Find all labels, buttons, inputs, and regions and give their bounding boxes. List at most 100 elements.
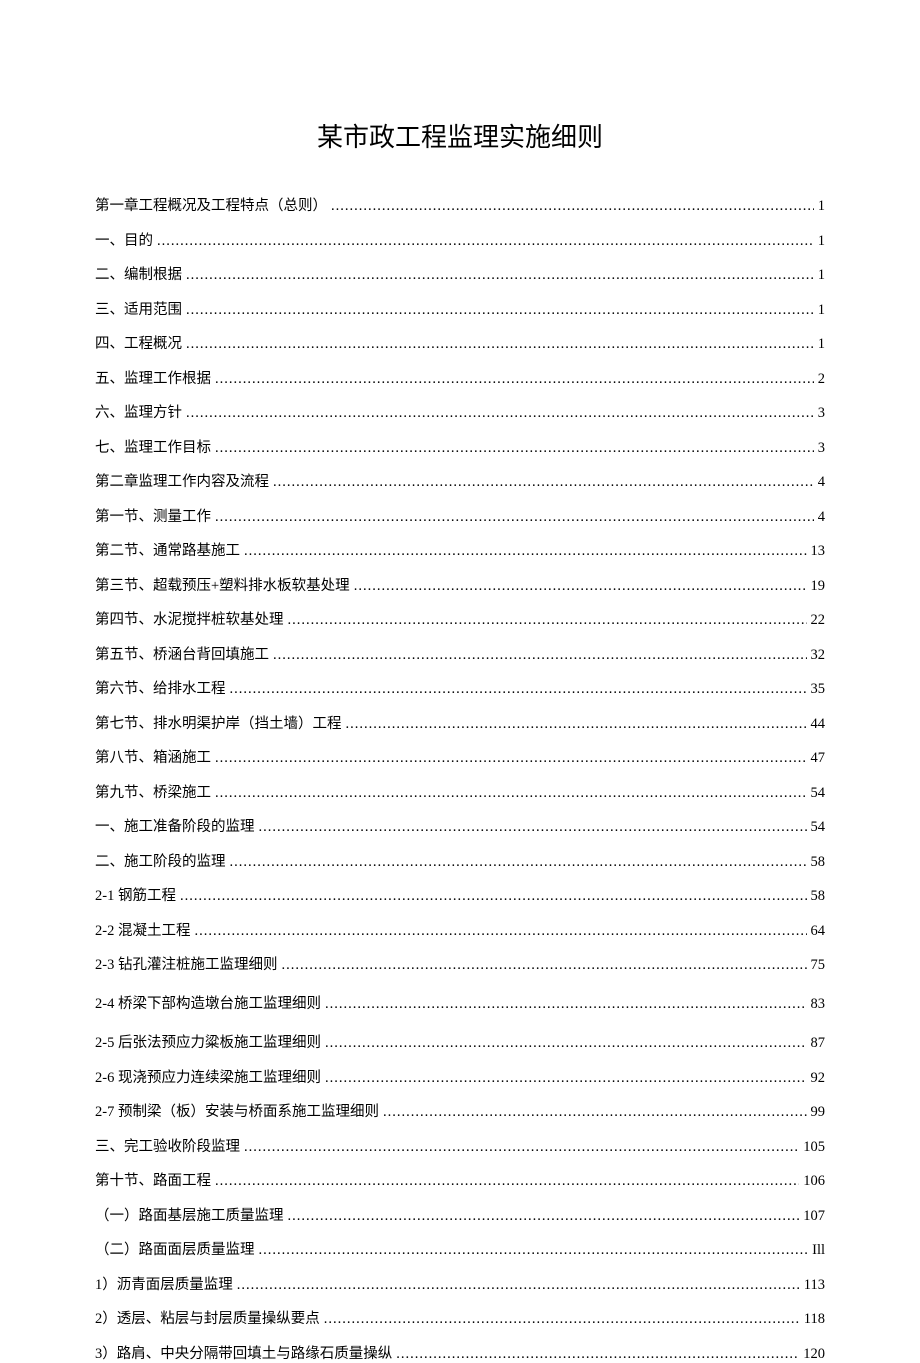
toc-entry-leader: [215, 1173, 799, 1190]
toc-entry-leader: [180, 888, 807, 905]
toc-entry: （二）路面面层质量监理Ill: [95, 1238, 825, 1259]
toc-entry-leader: [396, 1346, 799, 1363]
toc-entry-leader: [244, 543, 807, 560]
toc-entry-page: 58: [811, 854, 826, 871]
toc-entry-leader: [273, 474, 814, 491]
toc-entry-page: 22: [811, 612, 826, 629]
toc-entry-label: 三、适用范围: [95, 298, 182, 319]
toc-entry-leader: [215, 371, 814, 388]
toc-entry-leader: [215, 750, 807, 767]
toc-entry-leader: [354, 578, 807, 595]
toc-entry-leader: [215, 785, 807, 802]
toc-entry: 1）沥青面层质量监理113: [95, 1273, 825, 1294]
toc-entry-label: 第七节、排水明渠护岸（挡土墙）工程: [95, 712, 342, 733]
toc-entry: 2）透层、粘层与封层质量操纵要点 118: [95, 1307, 825, 1328]
toc-entry-page: 58: [811, 888, 826, 905]
toc-entry: 第六节、给排水工程35: [95, 677, 825, 698]
toc-entry-label: 3）路肩、中央分隔带回填土与路缘石质量操纵: [95, 1342, 392, 1363]
toc-entry: 三、适用范围1: [95, 298, 825, 319]
toc-entry-page: 2: [818, 371, 825, 388]
toc-entry-leader: [259, 819, 807, 836]
toc-entry: 2-2 混凝土工程 64: [95, 919, 825, 940]
toc-entry-leader: [230, 681, 807, 698]
table-of-contents: 第一章工程概况及工程特点（总则）1一、目的1二、编制根据1三、适用范围1四、工程…: [95, 194, 825, 1363]
toc-entry: 2-5 后张法预应力粱板施工监理细则 87: [95, 1031, 825, 1052]
toc-entry-page: 44: [811, 716, 826, 733]
toc-entry-leader: [186, 405, 814, 422]
toc-entry-label: 七、监理工作目标: [95, 436, 211, 457]
toc-entry: 2-3 钻孔灌注桩施工监理细则75: [95, 953, 825, 974]
toc-entry-page: 87: [811, 1035, 826, 1052]
toc-entry-label: 四、工程概况: [95, 332, 182, 353]
document-title: 某市政工程监理实施细则: [95, 117, 825, 154]
toc-entry-leader: [383, 1104, 807, 1121]
toc-entry-page: 107: [803, 1208, 825, 1225]
toc-entry-leader: [325, 1035, 807, 1052]
toc-entry-page: 13: [811, 543, 826, 560]
toc-entry-page: 113: [804, 1277, 825, 1294]
toc-entry: 第一章工程概况及工程特点（总则）1: [95, 194, 825, 215]
toc-entry-leader: [230, 854, 807, 871]
toc-entry: 2-4 桥梁下部构造墩台施工监理细则 83: [95, 992, 825, 1013]
toc-entry: 第八节、箱涵施工47: [95, 746, 825, 767]
toc-entry-page: 19: [811, 578, 826, 595]
toc-entry-page: 92: [811, 1070, 826, 1087]
toc-entry-label: 第八节、箱涵施工: [95, 746, 211, 767]
toc-entry: （一）路面基层施工质量监理107: [95, 1204, 825, 1225]
toc-entry-page: 105: [803, 1139, 825, 1156]
toc-entry-label: 2-5 后张法预应力粱板施工监理细则: [95, 1031, 321, 1052]
toc-entry-leader: [281, 957, 806, 974]
toc-entry-label: 二、编制根据: [95, 263, 182, 284]
toc-entry: 第四节、水泥搅拌桩软基处理22: [95, 608, 825, 629]
toc-entry-leader: [288, 1208, 800, 1225]
toc-entry: 3）路肩、中央分隔带回填土与路缘石质量操纵 120: [95, 1342, 825, 1363]
toc-entry-label: 第六节、给排水工程: [95, 677, 226, 698]
toc-entry-leader: [324, 1311, 800, 1328]
toc-entry-page: 118: [804, 1311, 825, 1328]
toc-entry: 一、施工准备阶段的监理 54: [95, 815, 825, 836]
toc-entry: 第二章监理工作内容及流程 4: [95, 470, 825, 491]
toc-entry-label: 第二节、通常路基施工: [95, 539, 240, 560]
toc-entry: 二、施工阶段的监理 58: [95, 850, 825, 871]
toc-entry-page: 54: [811, 819, 826, 836]
toc-entry-label: 2-6 现浇预应力连续梁施工监理细则: [95, 1066, 321, 1087]
toc-entry: 六、监理方针3: [95, 401, 825, 422]
toc-entry-page: 1: [818, 267, 825, 284]
toc-entry: 2-6 现浇预应力连续梁施工监理细则 92: [95, 1066, 825, 1087]
toc-entry-page: 4: [818, 474, 825, 491]
toc-entry-leader: [194, 923, 806, 940]
toc-entry-label: 2）透层、粘层与封层质量操纵要点: [95, 1307, 320, 1328]
toc-entry: 2-1 钢筋工程 58: [95, 884, 825, 905]
toc-entry-page: 64: [811, 923, 826, 940]
toc-entry-label: 第二章监理工作内容及流程: [95, 470, 269, 491]
toc-entry-leader: [325, 996, 807, 1013]
toc-entry: 三、完工验收阶段监理 105: [95, 1135, 825, 1156]
toc-entry: 第九节、桥梁施工54: [95, 781, 825, 802]
toc-entry: 第三节、超载预压+塑料排水板软基处理 19: [95, 574, 825, 595]
toc-entry-leader: [325, 1070, 807, 1087]
toc-entry-label: 三、完工验收阶段监理: [95, 1135, 240, 1156]
toc-entry-page: 120: [803, 1346, 825, 1363]
toc-entry: 第五节、桥涵台背回填施工32: [95, 643, 825, 664]
toc-entry-label: 2-1 钢筋工程: [95, 884, 176, 905]
toc-entry-leader: [157, 233, 814, 250]
toc-entry-label: 2-4 桥梁下部构造墩台施工监理细则: [95, 992, 321, 1013]
toc-entry-label: 2-2 混凝土工程: [95, 919, 190, 940]
toc-entry-label: 第三节、超载预压+塑料排水板软基处理: [95, 574, 350, 595]
document-page: 某市政工程监理实施细则 第一章工程概况及工程特点（总则）1一、目的1二、编制根据…: [0, 0, 920, 1301]
toc-entry-page: 99: [811, 1104, 826, 1121]
toc-entry-page: 1: [818, 198, 825, 215]
toc-entry: 第七节、排水明渠护岸（挡土墙）工程 44: [95, 712, 825, 733]
toc-entry-page: 83: [811, 996, 826, 1013]
toc-entry-leader: [273, 647, 807, 664]
toc-entry-leader: [237, 1277, 800, 1294]
toc-entry-page: 4: [818, 509, 825, 526]
toc-entry: 2-7 预制梁（板）安装与桥面系施工监理细则99: [95, 1100, 825, 1121]
toc-entry-label: 一、施工准备阶段的监理: [95, 815, 255, 836]
toc-entry-label: 二、施工阶段的监理: [95, 850, 226, 871]
toc-entry-leader: [215, 440, 814, 457]
toc-entry-leader: [259, 1242, 809, 1259]
toc-entry-leader: [186, 302, 814, 319]
toc-entry-label: 五、监理工作根据: [95, 367, 211, 388]
toc-entry-label: 第十节、路面工程: [95, 1169, 211, 1190]
